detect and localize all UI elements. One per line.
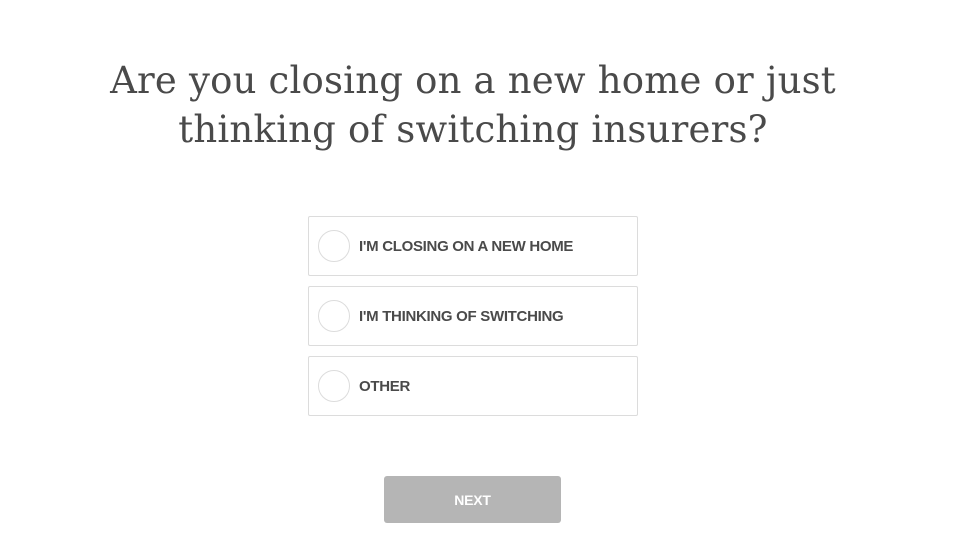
option-closing-new-home[interactable]: I'M CLOSING ON A NEW HOME bbox=[308, 216, 638, 276]
radio-circle-icon[interactable] bbox=[318, 300, 350, 332]
question-heading: Are you closing on a new home or just th… bbox=[80, 56, 866, 154]
radio-circle-icon[interactable] bbox=[318, 230, 350, 262]
option-other[interactable]: OTHER bbox=[308, 356, 638, 416]
radio-circle-icon[interactable] bbox=[318, 370, 350, 402]
option-label: I'M CLOSING ON A NEW HOME bbox=[359, 237, 574, 255]
option-label: OTHER bbox=[359, 377, 411, 395]
answer-options: I'M CLOSING ON A NEW HOME I'M THINKING O… bbox=[308, 216, 638, 426]
question-line-1: Are you closing on a new home or just bbox=[110, 59, 836, 102]
question-line-2: thinking of switching insurers? bbox=[178, 108, 768, 151]
next-button[interactable]: NEXT bbox=[384, 476, 561, 523]
option-label: I'M THINKING OF SWITCHING bbox=[359, 307, 564, 325]
option-thinking-of-switching[interactable]: I'M THINKING OF SWITCHING bbox=[308, 286, 638, 346]
